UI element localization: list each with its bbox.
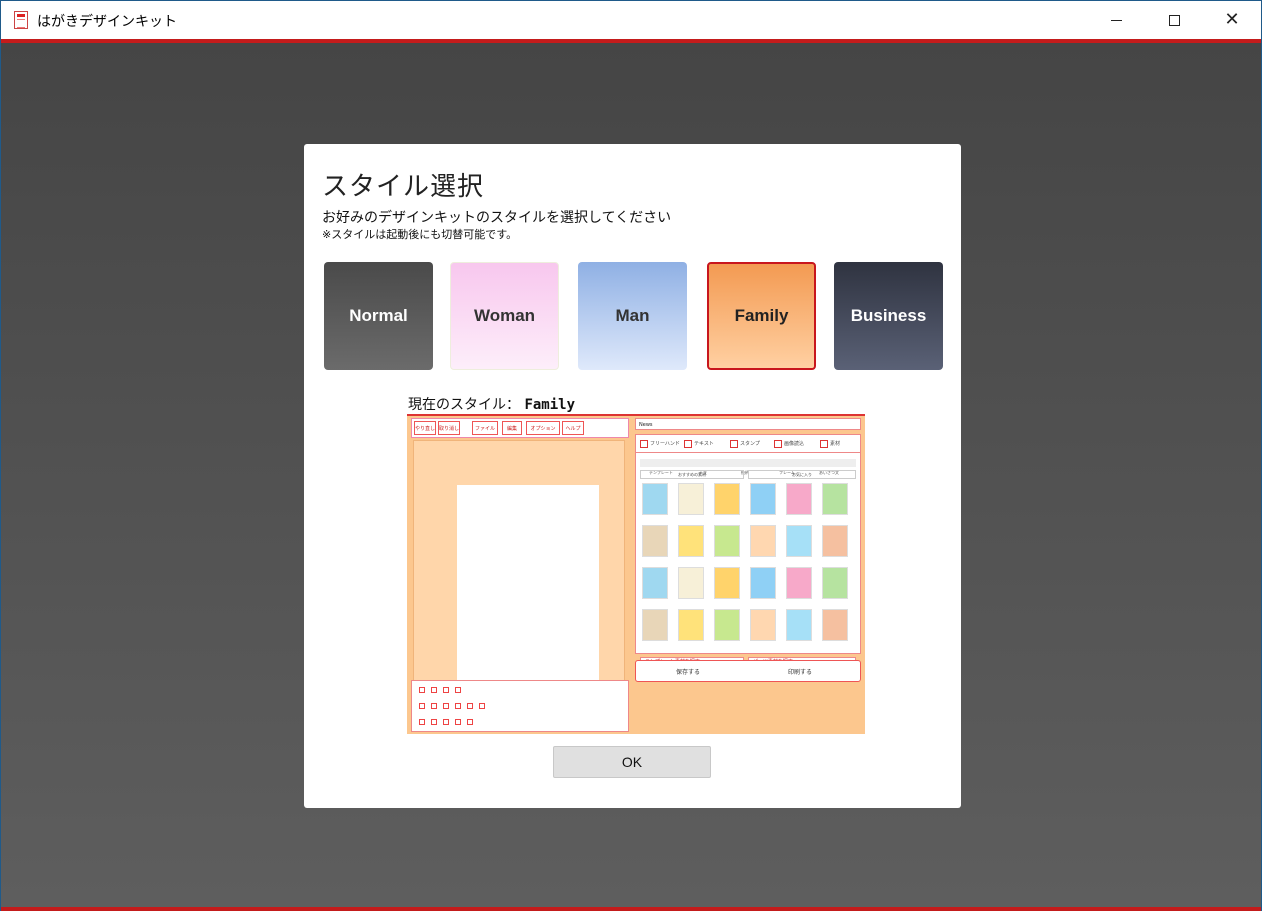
preview-tab: ヘルプ — [562, 421, 584, 435]
current-style-value: Family — [524, 397, 576, 413]
preview-template-thumbnail — [642, 609, 668, 641]
preview-material-panel: フリーハンド テキスト スタンプ 画像読込 素材 テンプレート 干支 絵柄 フレームあ… — [635, 434, 861, 667]
minimize-button[interactable] — [1087, 1, 1145, 39]
dialog-note: ※スタイルは起動後にも切替可能です。 — [322, 228, 518, 241]
preview-template-thumbnail — [714, 609, 740, 641]
bottom-accent-bar — [1, 907, 1261, 911]
style-button-family[interactable]: Family — [707, 262, 816, 370]
preview-template-thumbnail — [750, 567, 776, 599]
title-bar: はがきデザインキット ✕ — [1, 1, 1261, 39]
preview-template-thumbnail — [822, 525, 848, 557]
preview-template-thumbnail — [714, 483, 740, 515]
preview-template-thumbnail — [678, 483, 704, 515]
preview-template-thumbnail — [642, 483, 668, 515]
preview-save-print-bar: 保存する 印刷する — [635, 660, 861, 682]
current-style-label: 現在のスタイル： Family — [408, 394, 575, 414]
dialog-title: スタイル選択 — [322, 172, 485, 202]
preview-tool-text: テキスト — [684, 438, 714, 450]
ok-button[interactable]: OK — [553, 746, 711, 778]
preview-template-thumbnail — [750, 483, 776, 515]
preview-bottom-controls — [411, 680, 629, 732]
preview-news-bar: News — [635, 418, 861, 430]
preview-tool-image: 画像読込 — [774, 438, 804, 450]
preview-template-thumbnail — [714, 525, 740, 557]
preview-template-grid — [642, 483, 854, 651]
preview-tool-freehand: フリーハンド — [640, 438, 680, 450]
style-button-business[interactable]: Business — [834, 262, 943, 370]
preview-template-thumbnail — [678, 609, 704, 641]
style-preview-image: やり直し 取り消し ファイル 編集 オプション ヘルプ News フリーハンド … — [407, 414, 865, 734]
app-window: はがきデザインキット ✕ スタイル選択 お好みのデザインキットのスタイルを選択し… — [0, 0, 1262, 911]
preview-print-label: 印刷する — [788, 669, 813, 676]
preview-template-thumbnail — [786, 483, 812, 515]
preview-tab: 編集 — [502, 421, 522, 435]
dialog-subtitle: お好みのデザインキットのスタイルを選択してください — [322, 210, 672, 226]
current-style-caption: 現在のスタイル： — [408, 397, 520, 413]
style-button-man[interactable]: Man — [578, 262, 687, 370]
preview-category-tabs: テンプレート 干支 絵柄 フレーム あいさつ文 — [640, 459, 856, 475]
preview-postcard — [457, 485, 599, 695]
preview-accent-line — [407, 414, 865, 416]
preview-control-row — [416, 701, 488, 711]
preview-tab: やり直し — [414, 421, 436, 435]
window-title: はがきデザインキット — [37, 14, 177, 30]
preview-template-thumbnail — [786, 525, 812, 557]
preview-tab: 取り消し — [438, 421, 460, 435]
preview-template-thumbnail — [642, 567, 668, 599]
preview-control-row — [416, 717, 476, 727]
preview-canvas-area — [413, 440, 625, 695]
preview-template-thumbnail — [678, 567, 704, 599]
preview-template-thumbnail — [750, 525, 776, 557]
preview-template-thumbnail — [822, 567, 848, 599]
style-select-dialog: スタイル選択 お好みのデザインキットのスタイルを選択してください ※スタイルは起… — [304, 144, 961, 808]
preview-tab: オプション — [526, 421, 560, 435]
preview-toolbar: フリーハンド テキスト スタンプ 画像読込 素材 — [636, 435, 860, 453]
preview-menu-bar: やり直し 取り消し ファイル 編集 オプション ヘルプ — [411, 418, 629, 438]
preview-template-thumbnail — [822, 483, 848, 515]
preview-template-thumbnail — [642, 525, 668, 557]
minimize-icon — [1110, 19, 1122, 21]
preview-tab: ファイル — [472, 421, 498, 435]
preview-save-label: 保存する — [676, 669, 701, 676]
maximize-icon — [1168, 14, 1180, 26]
preview-news-label: News — [639, 422, 653, 428]
maximize-button[interactable] — [1145, 1, 1203, 39]
preview-tool-stamp: スタンプ — [730, 438, 760, 450]
preview-template-thumbnail — [786, 567, 812, 599]
close-icon: ✕ — [1224, 9, 1240, 30]
postcard-app-icon — [14, 11, 28, 29]
preview-control-row — [416, 685, 464, 695]
preview-template-thumbnail — [822, 609, 848, 641]
preview-template-thumbnail — [750, 609, 776, 641]
preview-tool-material: 素材 — [820, 438, 840, 450]
preview-template-thumbnail — [786, 609, 812, 641]
style-button-woman[interactable]: Woman — [450, 262, 559, 370]
preview-template-thumbnail — [714, 567, 740, 599]
preview-recommended: おすすめの素材 — [640, 470, 744, 479]
preview-template-thumbnail — [678, 525, 704, 557]
preview-favorites: お気に入り — [748, 470, 856, 479]
close-button[interactable]: ✕ — [1203, 1, 1261, 39]
style-button-normal[interactable]: Normal — [324, 262, 433, 370]
